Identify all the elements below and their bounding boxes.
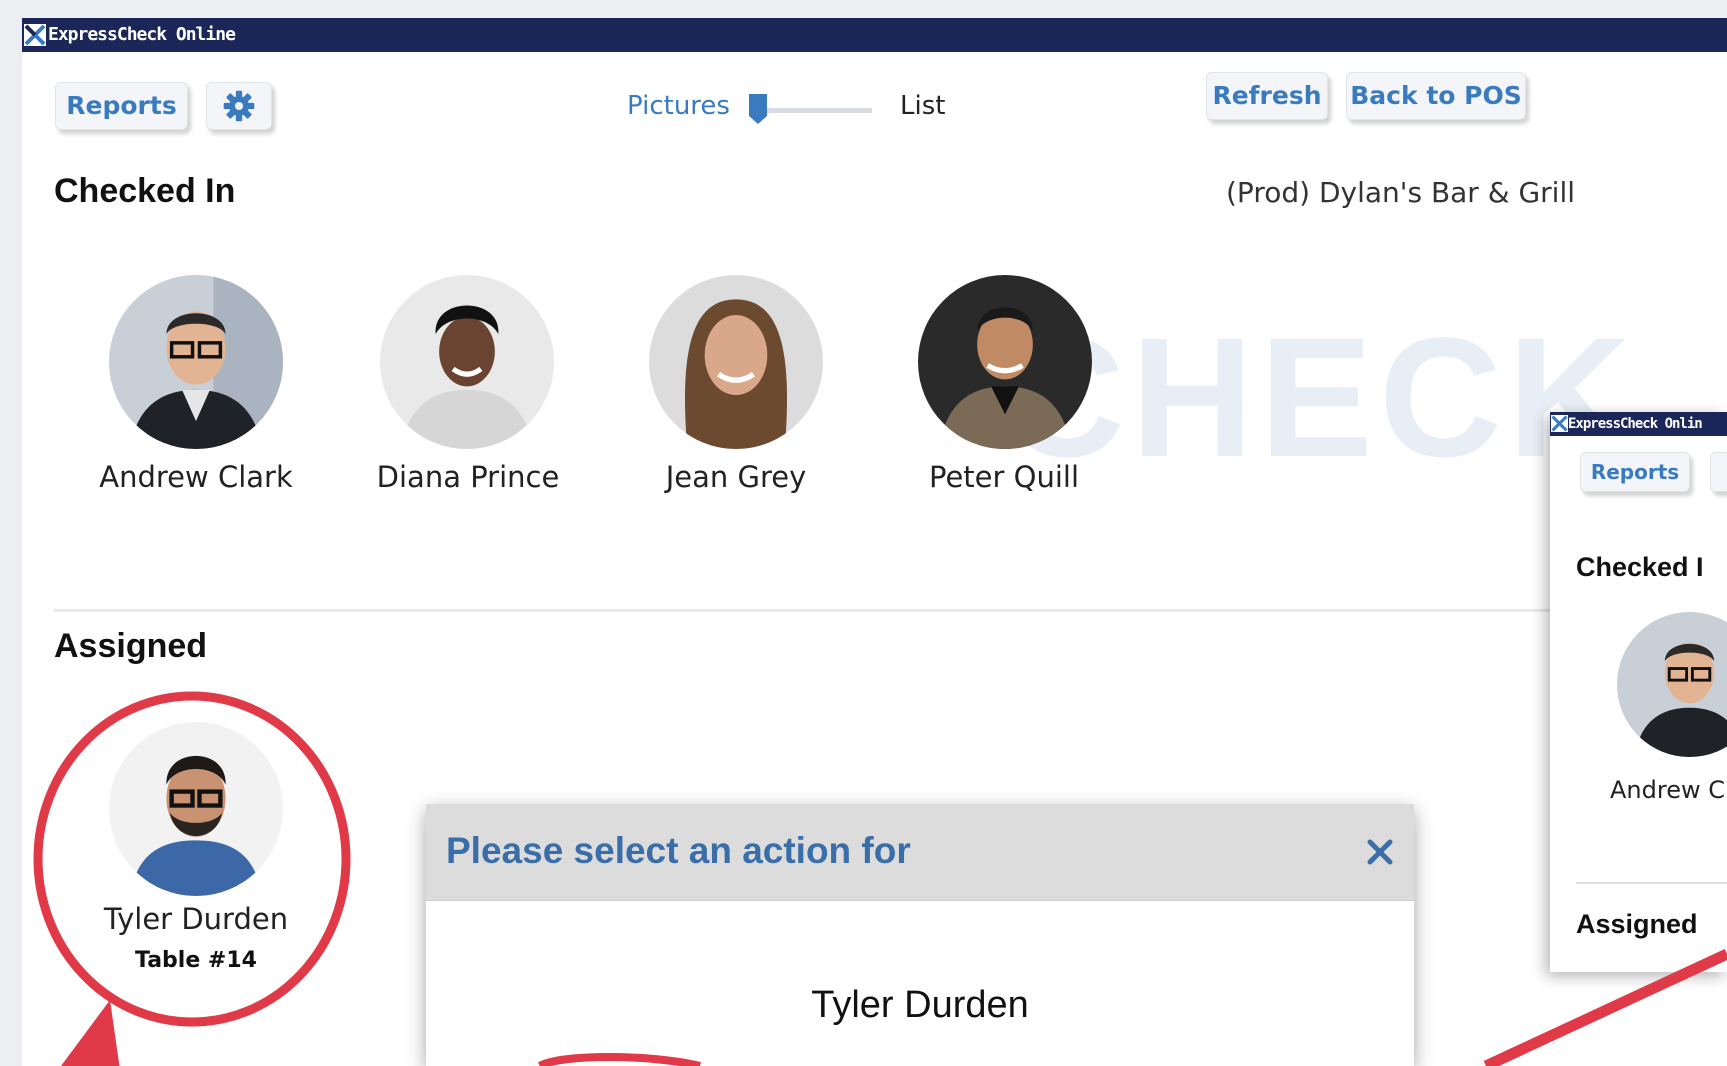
arrow-head (60, 1000, 120, 1066)
highlight-circle (33, 691, 351, 1027)
annotation-overlay (33, 691, 1727, 1066)
highlight-circle (537, 1053, 701, 1066)
arrow-line (1483, 949, 1727, 1066)
